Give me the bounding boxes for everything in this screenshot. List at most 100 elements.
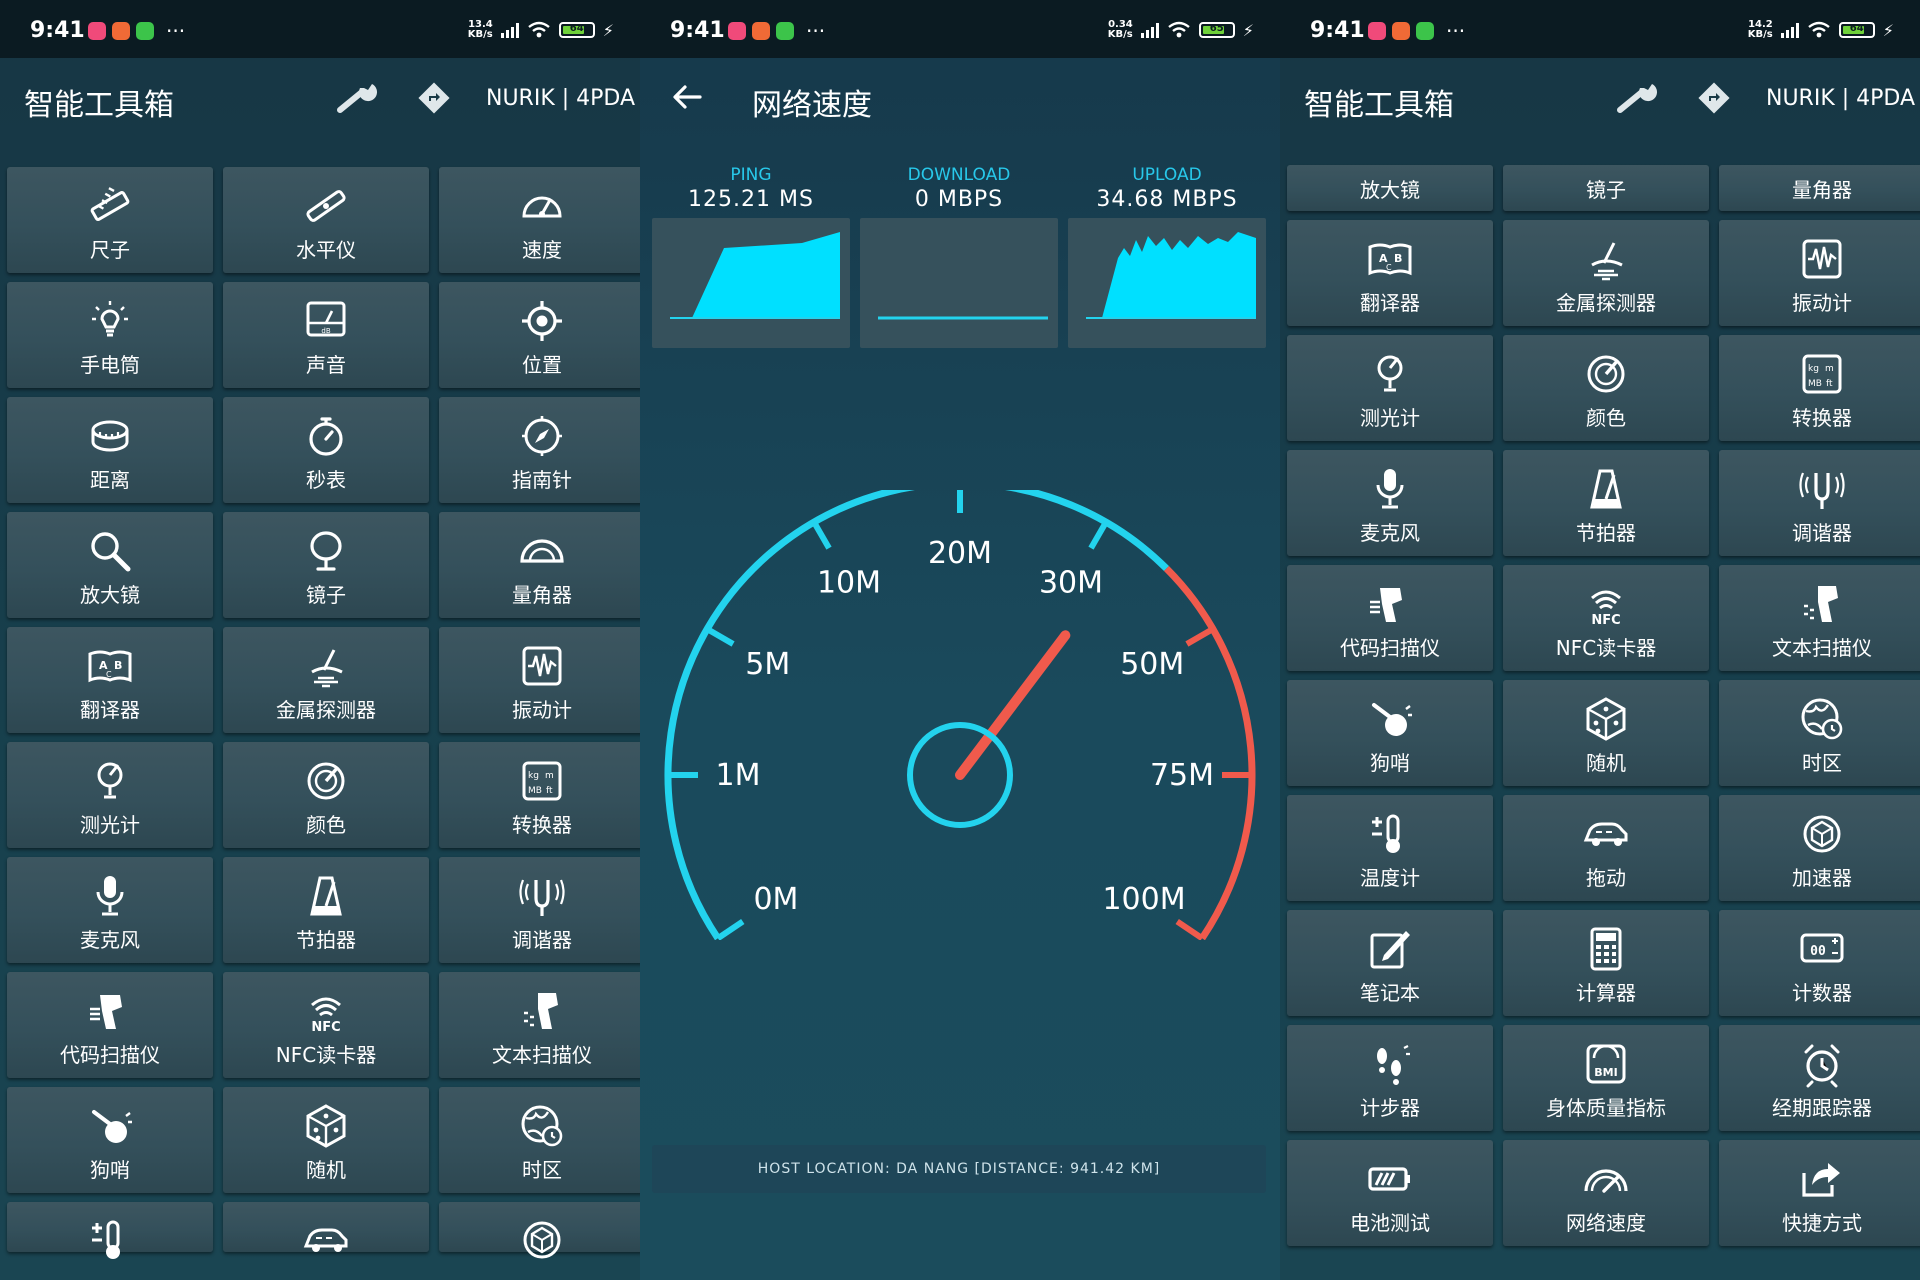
tool-label: 麦克风 xyxy=(80,928,140,952)
battery-icon: 64 xyxy=(1838,22,1875,38)
tool-tile[interactable]: kg m MB ft 转换器 xyxy=(1719,335,1920,441)
tool-label: 经期跟踪器 xyxy=(1772,1096,1872,1120)
tool-tile[interactable]: 随机 xyxy=(223,1087,429,1193)
tool-label: 翻译器 xyxy=(80,698,140,722)
tool-tile[interactable]: 镜子 xyxy=(1503,165,1709,211)
counter-icon: 00 xyxy=(1800,933,1844,963)
tool-tile[interactable]: 麦克风 xyxy=(7,857,213,963)
tool-tile[interactable]: 拖动 xyxy=(1503,795,1709,901)
tool-tile[interactable]: 计算器 xyxy=(1503,910,1709,1016)
tool-icon-wrap xyxy=(1362,1039,1418,1089)
tool-tile[interactable]: 随机 xyxy=(1503,680,1709,786)
tool-tile[interactable]: 镜子 xyxy=(223,512,429,618)
tool-tile[interactable]: 秒表 xyxy=(223,397,429,503)
tool-tile[interactable]: 代码扫描仪 xyxy=(1287,565,1493,671)
tool-icon-wrap xyxy=(82,411,138,461)
tool-icon-wrap xyxy=(1362,694,1418,744)
tool-tile[interactable]: 金属探测器 xyxy=(1503,220,1709,326)
tool-label: 拖动 xyxy=(1586,866,1626,890)
tool-tile[interactable]: 量角器 xyxy=(439,512,640,618)
tool-tile[interactable]: 速度 xyxy=(439,167,640,273)
tool-tile[interactable]: 时区 xyxy=(1719,680,1920,786)
tool-tile[interactable]: 笔记本 xyxy=(1287,910,1493,1016)
tool-icon-wrap xyxy=(298,871,354,921)
tool-tile[interactable]: 温度计 xyxy=(1287,795,1493,901)
tool-label: 放大镜 xyxy=(1360,177,1420,202)
gauge-tick xyxy=(1185,626,1215,647)
tool-tile[interactable]: A B C 翻译器 xyxy=(1287,220,1493,326)
tool-tile[interactable]: 文本扫描仪 xyxy=(1719,565,1920,671)
translator-icon: A BC xyxy=(88,650,132,683)
tool-tile[interactable] xyxy=(223,1202,429,1252)
tool-tile[interactable]: 时区 xyxy=(439,1087,640,1193)
tool-tile[interactable]: 代码扫描仪 xyxy=(7,972,213,1078)
tool-tile[interactable]: NFC NFC读卡器 xyxy=(1503,565,1709,671)
tool-tile[interactable]: A B C 翻译器 xyxy=(7,627,213,733)
net-speed: 13.4 KB/s xyxy=(467,19,493,40)
svg-text:dB: dB xyxy=(321,327,330,335)
tool-tile[interactable]: 量角器 xyxy=(1719,165,1920,211)
tool-tile[interactable]: kg m MB ft 转换器 xyxy=(439,742,640,848)
app-bar: 网络速度 xyxy=(640,58,1280,138)
tool-tile[interactable]: 节拍器 xyxy=(223,857,429,963)
tool-tile[interactable]: dB 声音 xyxy=(223,282,429,388)
tool-icon-wrap: BMI xyxy=(1578,1039,1634,1089)
tool-tile[interactable]: 计步器 xyxy=(1287,1025,1493,1131)
tool-tile[interactable]: 金属探测器 xyxy=(223,627,429,733)
tool-tile[interactable]: 00 计数器 xyxy=(1719,910,1920,1016)
tool-tile[interactable]: 距离 xyxy=(7,397,213,503)
tool-tile[interactable]: 电池测试 xyxy=(1287,1140,1493,1246)
tool-tile[interactable]: 水平仪 xyxy=(223,167,429,273)
tool-tile[interactable]: BMI 身体质量指标 xyxy=(1503,1025,1709,1131)
tool-tile[interactable]: 文本扫描仪 xyxy=(439,972,640,1078)
tool-label: 距离 xyxy=(90,468,130,492)
notification-icons: ··· xyxy=(88,19,186,43)
microphone-icon xyxy=(1376,469,1404,509)
tool-tile[interactable]: 经期跟踪器 xyxy=(1719,1025,1920,1131)
more-notifications-icon: ··· xyxy=(166,19,186,43)
status-right: 13.4 KB/s 64 ⚡ xyxy=(463,20,614,40)
tool-label: 金属探测器 xyxy=(1556,291,1656,315)
tool-icon-wrap: 00 xyxy=(1794,924,1850,974)
tool-icon-wrap xyxy=(514,181,570,231)
tool-tile[interactable]: 位置 xyxy=(439,282,640,388)
wrench-icon[interactable] xyxy=(336,78,380,118)
tool-tile[interactable]: 网络速度 xyxy=(1503,1140,1709,1246)
tool-tile[interactable] xyxy=(439,1202,640,1259)
tool-tile[interactable]: 快捷方式 xyxy=(1719,1140,1920,1246)
tool-tile[interactable]: 节拍器 xyxy=(1503,450,1709,556)
navigation-icon[interactable] xyxy=(418,82,450,114)
tool-label: 随机 xyxy=(1586,751,1626,775)
gauge-tick-label: 75M xyxy=(1150,758,1214,793)
tool-tile[interactable]: 手电筒 xyxy=(7,282,213,388)
svg-text:m: m xyxy=(545,771,554,781)
tool-tile[interactable]: 狗哨 xyxy=(1287,680,1493,786)
tool-tile[interactable]: 尺子 xyxy=(7,167,213,273)
tool-tile[interactable]: 振动计 xyxy=(1719,220,1920,326)
tool-icon-wrap xyxy=(514,1216,570,1264)
tool-tile[interactable]: 狗哨 xyxy=(7,1087,213,1193)
tool-icon-wrap xyxy=(514,1101,570,1151)
back-arrow-icon[interactable] xyxy=(670,80,704,114)
tool-icon-wrap xyxy=(1794,1039,1850,1089)
tool-tile[interactable]: 指南针 xyxy=(439,397,640,503)
tool-tile[interactable]: 放大镜 xyxy=(7,512,213,618)
ping-label: PING xyxy=(730,165,772,185)
tool-tile[interactable]: NFC NFC读卡器 xyxy=(223,972,429,1078)
navigation-icon[interactable] xyxy=(1698,82,1730,114)
tool-tile[interactable]: 测光计 xyxy=(1287,335,1493,441)
tool-tile[interactable] xyxy=(7,1202,213,1259)
svg-text:C: C xyxy=(106,670,112,679)
tool-tile[interactable]: 调谐器 xyxy=(439,857,640,963)
tool-tile[interactable]: 测光计 xyxy=(7,742,213,848)
tool-tile[interactable]: 颜色 xyxy=(1503,335,1709,441)
notification-icons: ··· xyxy=(1368,21,1465,41)
status-right: 14.2 KB/s 64 ⚡ xyxy=(1743,20,1894,40)
tool-tile[interactable]: 放大镜 xyxy=(1287,165,1493,211)
tool-tile[interactable]: 颜色 xyxy=(223,742,429,848)
tool-tile[interactable]: 麦克风 xyxy=(1287,450,1493,556)
tool-tile[interactable]: 调谐器 xyxy=(1719,450,1920,556)
tool-tile[interactable]: 振动计 xyxy=(439,627,640,733)
wrench-icon[interactable] xyxy=(1616,78,1660,118)
tool-tile[interactable]: 加速器 xyxy=(1719,795,1920,901)
